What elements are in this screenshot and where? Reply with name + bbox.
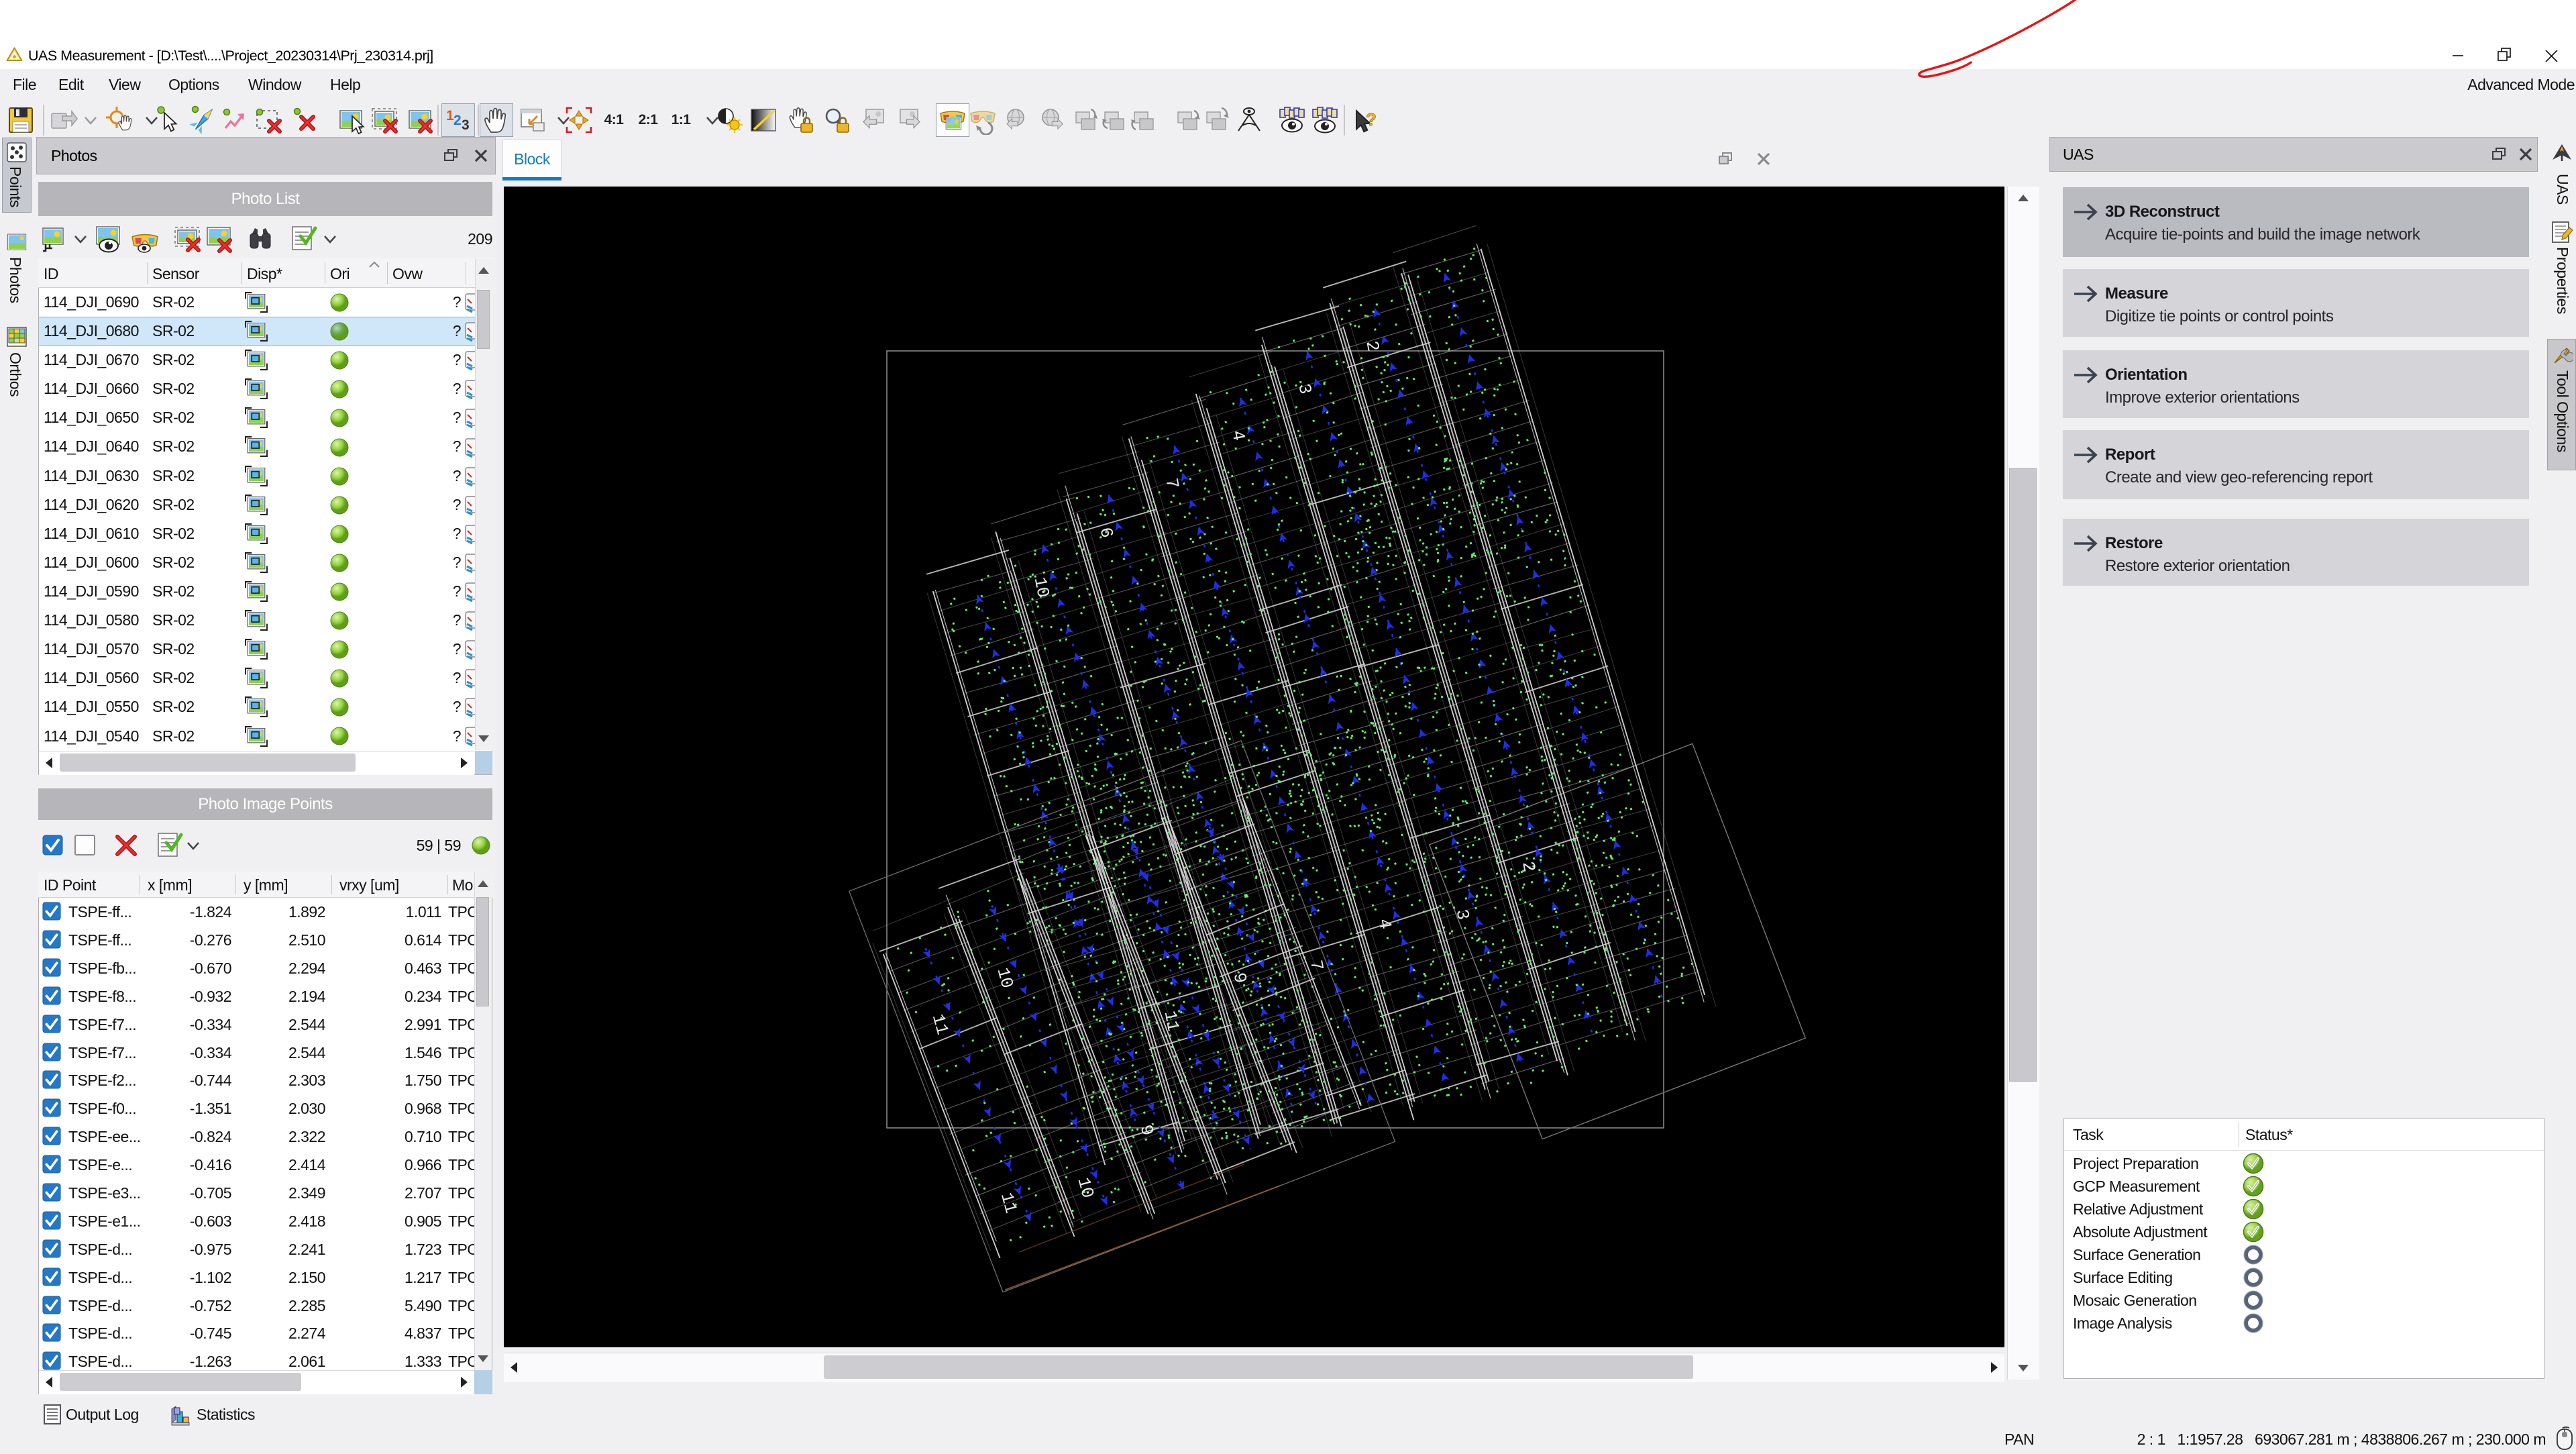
svg-text:7: 7 xyxy=(1161,476,1183,490)
svg-text:6: 6 xyxy=(1095,525,1116,539)
svg-text:11: 11 xyxy=(928,1012,953,1037)
svg-text:2: 2 xyxy=(453,113,461,128)
svg-text:4: 4 xyxy=(1374,917,1395,931)
svg-text:2: 2 xyxy=(1517,860,1539,873)
svg-text:3: 3 xyxy=(462,117,469,133)
svg-text:4: 4 xyxy=(1227,429,1248,442)
svg-text:11: 11 xyxy=(996,1190,1021,1215)
svg-text:?: ? xyxy=(1366,109,1376,129)
svg-text:10: 10 xyxy=(1073,1176,1097,1200)
svg-text:9: 9 xyxy=(1135,1123,1157,1137)
svg-text:3: 3 xyxy=(1293,382,1315,395)
svg-text:10: 10 xyxy=(1030,576,1053,599)
